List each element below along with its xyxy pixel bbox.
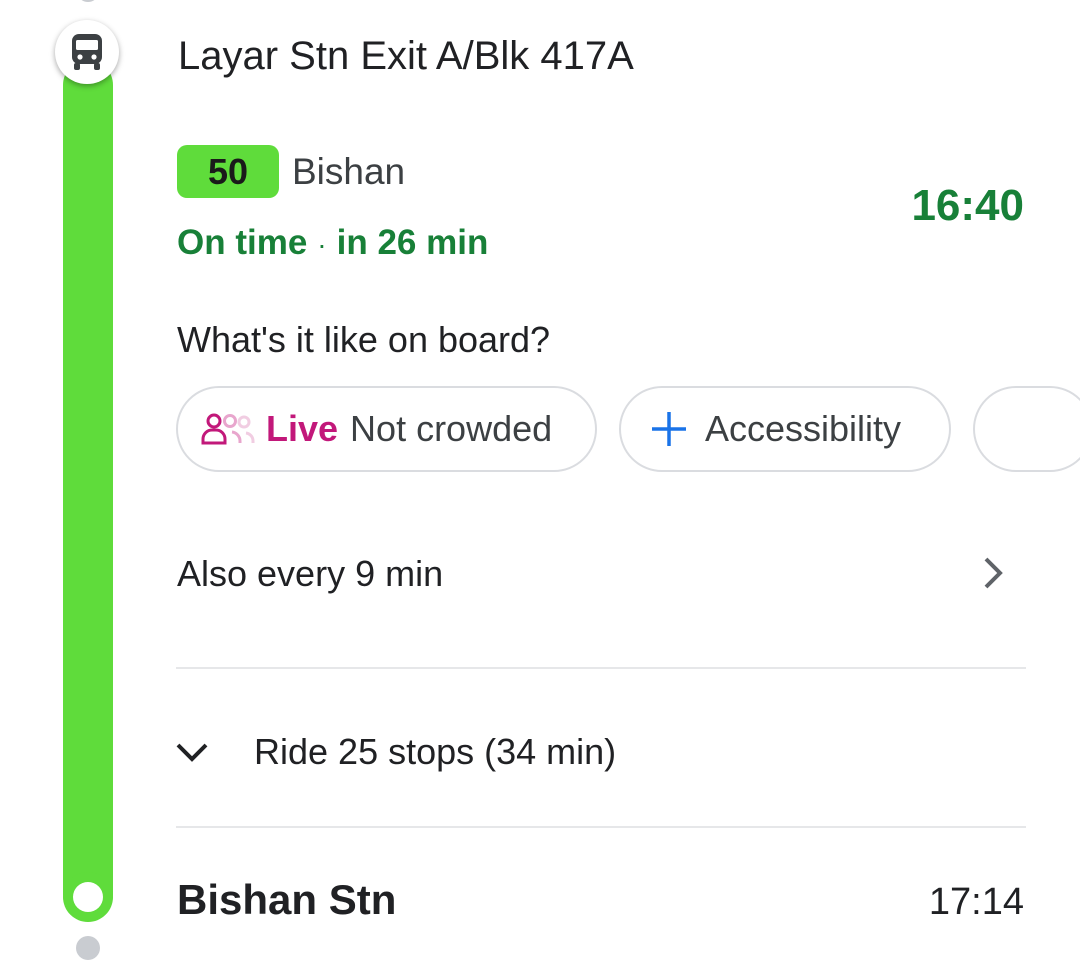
- divider: [176, 826, 1026, 828]
- more-chip[interactable]: [973, 386, 1080, 472]
- route-number-badge: 50: [177, 145, 279, 198]
- plus-icon: [652, 412, 686, 446]
- eta-label: in 26 min: [336, 223, 489, 262]
- departure-time: 16:40: [911, 181, 1024, 230]
- status-separator: ·: [317, 229, 327, 260]
- arrival-time: 17:14: [928, 881, 1024, 923]
- route-line: [63, 60, 113, 920]
- crowd-level-chip[interactable]: Live Not crowded: [176, 386, 597, 472]
- stop-name: Layar Stn Exit A/Blk 417A: [178, 34, 634, 78]
- destination-stop-marker: [63, 872, 113, 922]
- previous-stop-dot: [80, 0, 96, 2]
- live-label: Live: [266, 408, 339, 449]
- realtime-status: On time · in 26 min: [177, 220, 488, 268]
- bus-icon: [72, 34, 102, 70]
- ride-stops-label: Ride 25 stops (34 min): [254, 731, 617, 772]
- divider: [176, 667, 1026, 669]
- accessibility-label: Accessibility: [705, 408, 902, 449]
- destination-stop-name: Bishan Stn: [177, 876, 397, 923]
- chevron-down-icon: [170, 730, 214, 774]
- next-step-dot: [76, 936, 100, 960]
- route-destination: Bishan: [292, 151, 406, 192]
- on-time-label: On time: [177, 223, 308, 262]
- frequency-label[interactable]: Also every 9 min: [177, 550, 443, 598]
- crowd-status-label: Not crowded: [350, 408, 553, 449]
- ride-stops-toggle[interactable]: Ride 25 stops (34 min): [170, 724, 690, 780]
- bus-stop-marker: [55, 20, 119, 84]
- chevron-right-icon[interactable]: [976, 552, 1010, 594]
- onboard-question: What's it like on board?: [177, 319, 551, 360]
- people-icon: [201, 413, 255, 445]
- accessibility-chip[interactable]: Accessibility: [619, 386, 951, 472]
